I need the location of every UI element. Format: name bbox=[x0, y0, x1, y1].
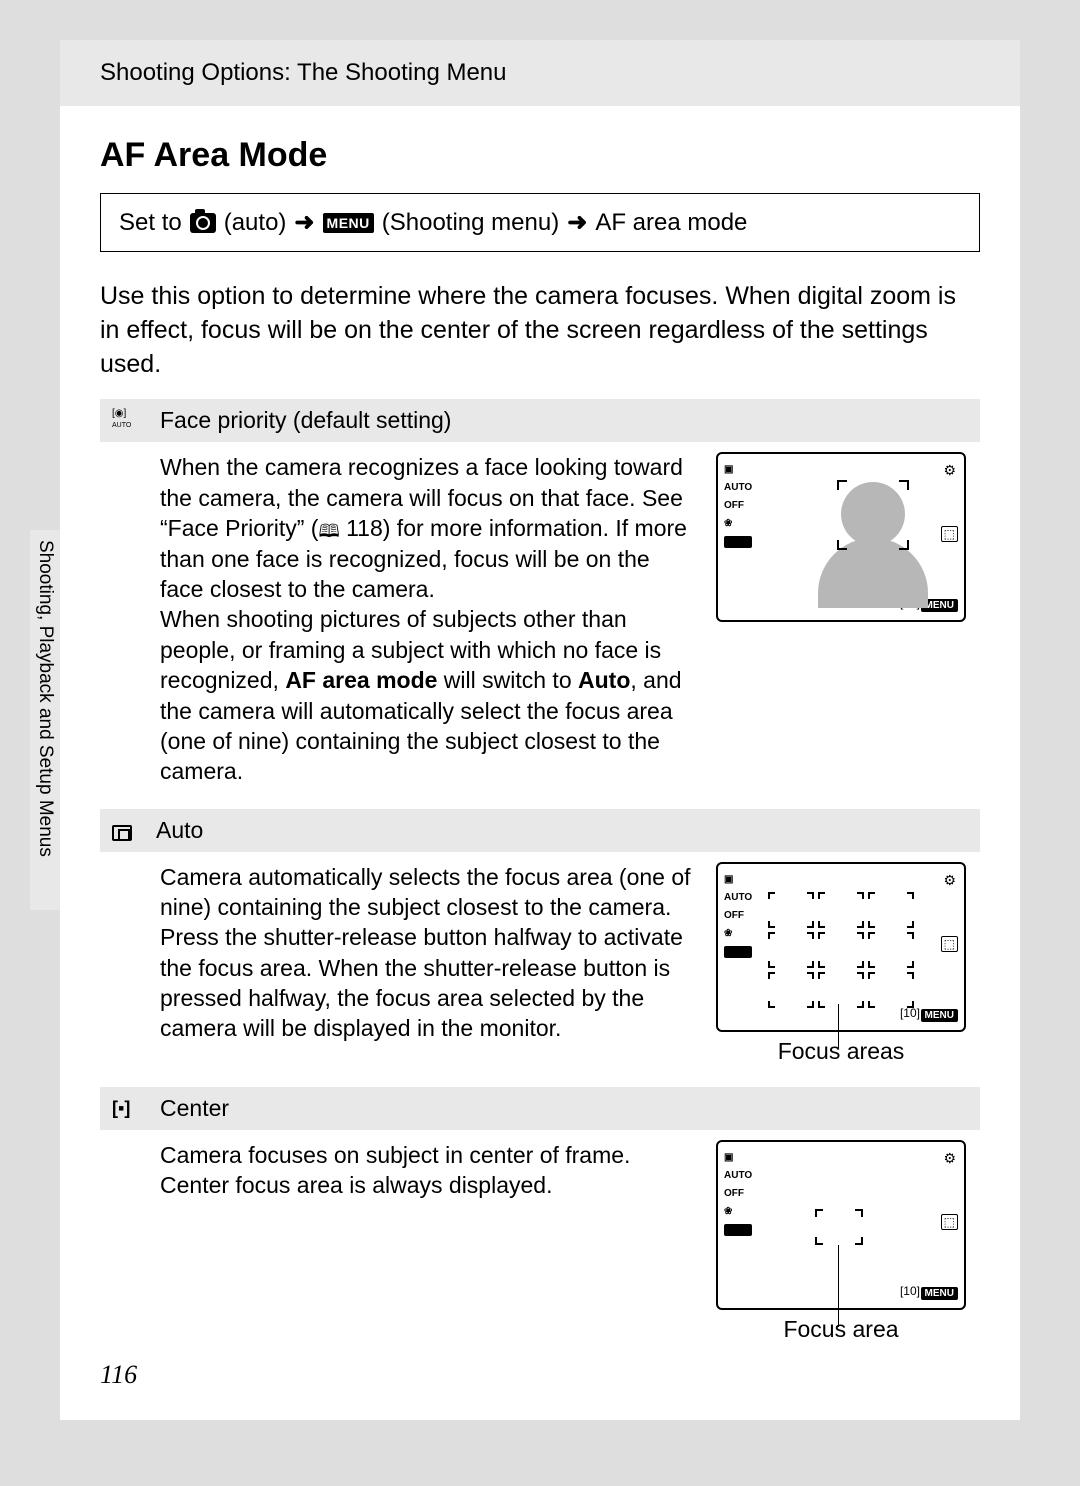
macro-small-icon: ❀ bbox=[724, 518, 752, 529]
option-header-center: [▪] Center bbox=[100, 1087, 980, 1130]
menu-chip-icon: MENU bbox=[323, 213, 374, 233]
arrow-icon: ➜ bbox=[294, 208, 314, 237]
arrow-icon: ➜ bbox=[567, 208, 587, 237]
side-tab-label: Shooting, Playback and Setup Menus bbox=[30, 530, 60, 867]
option-text-face: When the camera recognizes a face lookin… bbox=[160, 452, 696, 786]
off-small-icon: OFF bbox=[724, 500, 752, 511]
camera-small-icon: ▣ bbox=[724, 464, 752, 475]
vr-small-icon: ⚙ bbox=[943, 1150, 956, 1167]
option-face-priority: Face priority (default setting) When the… bbox=[100, 399, 980, 808]
disp-icon: DISP bbox=[724, 536, 752, 548]
nav-auto-label: (auto) bbox=[224, 209, 287, 237]
content: AF Area Mode Set to (auto) ➜ MENU (Shoot… bbox=[60, 106, 1020, 1365]
size-small-icon: ⬚ bbox=[941, 936, 958, 952]
size-small-icon: ⬚ bbox=[941, 1214, 958, 1230]
caption-center: Focus area bbox=[783, 1316, 898, 1343]
center-mode-icon: [▪] bbox=[112, 1097, 136, 1119]
nav-menu-label: (Shooting menu) bbox=[382, 209, 559, 237]
off-small-icon: OFF bbox=[724, 1188, 752, 1199]
size-small-icon: ⬚ bbox=[941, 526, 958, 542]
macro-small-icon: ❀ bbox=[724, 928, 752, 939]
menu-small-icon: MENU bbox=[921, 1287, 958, 1300]
option-auto: Auto Camera automatically selects the fo… bbox=[100, 809, 980, 1087]
disp-icon: DISP bbox=[724, 946, 752, 958]
intro-text: Use this option to determine where the c… bbox=[100, 280, 980, 381]
camera-icon bbox=[190, 213, 216, 233]
breadcrumb: Shooting Options: The Shooting Menu bbox=[60, 40, 1020, 106]
screen-counter: [10] bbox=[900, 1284, 920, 1298]
manual-page: Shooting Options: The Shooting Menu Shoo… bbox=[60, 40, 1020, 1420]
auto-small-icon: AUTO bbox=[724, 1170, 752, 1181]
caption-auto: Focus areas bbox=[778, 1038, 905, 1065]
camera-small-icon: ▣ bbox=[724, 1152, 752, 1163]
screen-center: ▣ AUTO OFF ❀ DISP ⚙ ⬚ [10] MENU bbox=[716, 1140, 966, 1310]
option-label-face: Face priority (default setting) bbox=[160, 407, 451, 434]
option-text-auto: Camera automatically selects the focus a… bbox=[160, 862, 696, 1044]
option-center: [▪] Center Camera focuses on subject in … bbox=[100, 1087, 980, 1365]
screen-auto: ▣ AUTO OFF ❀ DISP ⚙ ⬚ [10] MENU bbox=[716, 862, 966, 1032]
nav-path-box: Set to (auto) ➜ MENU (Shooting menu) ➜ A… bbox=[100, 193, 980, 252]
option-header-auto: Auto bbox=[100, 809, 980, 852]
option-label-auto: Auto bbox=[156, 817, 203, 844]
nav-prefix: Set to bbox=[119, 209, 182, 237]
vr-small-icon: ⚙ bbox=[943, 462, 956, 479]
book-icon: 🕮 bbox=[318, 520, 339, 544]
face-priority-icon bbox=[112, 410, 136, 432]
side-tab: Shooting, Playback and Setup Menus bbox=[30, 530, 60, 910]
focus-area-grid bbox=[768, 892, 914, 1008]
page-title: AF Area Mode bbox=[100, 136, 980, 175]
nav-target: AF area mode bbox=[595, 209, 747, 237]
screen-face-priority: ▣ AUTO OFF ❀ DISP ⚙ ⬚ [10] MENU bbox=[716, 452, 966, 622]
option-text-center: Camera focuses on subject in center of f… bbox=[160, 1140, 696, 1201]
leader-line bbox=[838, 1004, 839, 1048]
menu-small-icon: MENU bbox=[921, 1009, 958, 1022]
screen-side-icons: ▣ AUTO OFF ❀ DISP bbox=[724, 1152, 752, 1236]
face-silhouette bbox=[813, 474, 933, 609]
auto-small-icon: AUTO bbox=[724, 892, 752, 903]
auto-mode-icon bbox=[112, 825, 132, 841]
option-label-center: Center bbox=[160, 1095, 229, 1122]
leader-line bbox=[838, 1245, 839, 1327]
face-focus-bracket bbox=[835, 478, 911, 552]
breadcrumb-text: Shooting Options: The Shooting Menu bbox=[100, 59, 507, 87]
macro-small-icon: ❀ bbox=[724, 1206, 752, 1217]
auto-small-icon: AUTO bbox=[724, 482, 752, 493]
page-number: 116 bbox=[100, 1360, 137, 1390]
option-header-face: Face priority (default setting) bbox=[100, 399, 980, 442]
screen-side-icons: ▣ AUTO OFF ❀ DISP bbox=[724, 874, 752, 958]
camera-small-icon: ▣ bbox=[724, 874, 752, 885]
center-focus-bracket bbox=[815, 1209, 863, 1245]
screen-counter: [10] bbox=[900, 1006, 920, 1020]
disp-icon: DISP bbox=[724, 1224, 752, 1236]
vr-small-icon: ⚙ bbox=[943, 872, 956, 889]
off-small-icon: OFF bbox=[724, 910, 752, 921]
screen-side-icons: ▣ AUTO OFF ❀ DISP bbox=[724, 464, 752, 548]
